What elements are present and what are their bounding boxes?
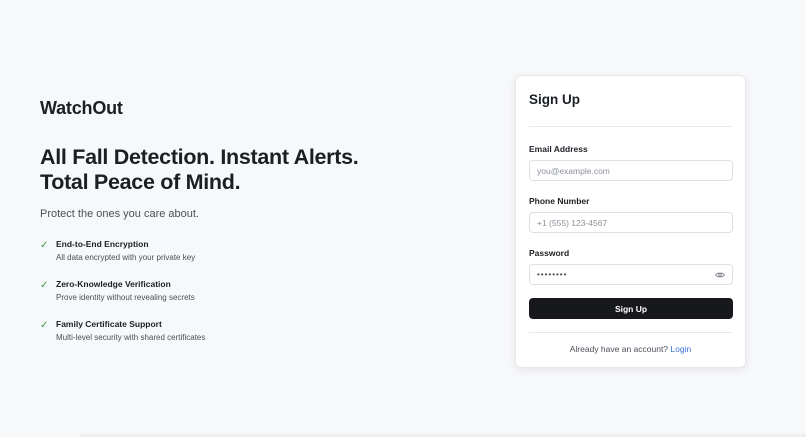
login-prompt: Already have an account? bbox=[569, 344, 669, 354]
hero-headline: All Fall Detection. Instant Alerts. Tota… bbox=[40, 145, 400, 195]
phone-field-container bbox=[529, 212, 733, 233]
email-field-container bbox=[529, 160, 733, 181]
login-prompt-row: Already have an account? Login bbox=[516, 344, 745, 354]
headline-line-1: All Fall Detection. Instant Alerts. bbox=[40, 145, 359, 169]
check-icon: ✓ bbox=[40, 320, 49, 331]
divider bbox=[529, 332, 732, 333]
feature-title: Family Certificate Support bbox=[56, 319, 162, 329]
check-icon: ✓ bbox=[40, 240, 49, 251]
password-value: •••••••• bbox=[537, 270, 568, 279]
login-link[interactable]: Login bbox=[670, 344, 691, 354]
page-bottom-shadow bbox=[80, 433, 806, 437]
feature-list: ✓ End-to-End Encryption All data encrypt… bbox=[40, 239, 400, 343]
phone-field[interactable] bbox=[537, 217, 725, 228]
phone-label: Phone Number bbox=[529, 196, 590, 206]
email-label: Email Address bbox=[529, 144, 588, 154]
feature-title: End-to-End Encryption bbox=[56, 239, 149, 249]
feature-description: All data encrypted with your private key bbox=[56, 253, 196, 262]
password-label: Password bbox=[529, 248, 570, 258]
feature-description: Prove identity without revealing secrets bbox=[56, 293, 195, 302]
sign-up-button[interactable]: Sign Up bbox=[529, 298, 733, 319]
hero-tagline: Protect the ones you care about. bbox=[40, 208, 199, 220]
feature-item: ✓ Zero-Knowledge Verification Prove iden… bbox=[40, 279, 400, 303]
email-field[interactable] bbox=[537, 165, 725, 176]
feature-item: ✓ Family Certificate Support Multi-level… bbox=[40, 319, 400, 343]
password-field[interactable]: •••••••• bbox=[529, 264, 733, 285]
card-title: Sign Up bbox=[529, 92, 580, 107]
check-icon: ✓ bbox=[40, 280, 49, 291]
feature-description: Multi-level security with shared certifi… bbox=[56, 333, 206, 342]
feature-item: ✓ End-to-End Encryption All data encrypt… bbox=[40, 239, 400, 263]
signup-page: WatchOut All Fall Detection. Instant Ale… bbox=[0, 0, 806, 437]
signup-card: Sign Up Email Address Phone Number Passw… bbox=[515, 75, 746, 368]
brand-name: WatchOut bbox=[40, 98, 123, 118]
hero-section: WatchOut All Fall Detection. Instant Ale… bbox=[40, 98, 400, 359]
divider bbox=[529, 126, 732, 127]
feature-title: Zero-Knowledge Verification bbox=[56, 279, 171, 289]
headline-line-2: Total Peace of Mind. bbox=[40, 170, 241, 194]
eye-icon[interactable] bbox=[715, 270, 725, 280]
